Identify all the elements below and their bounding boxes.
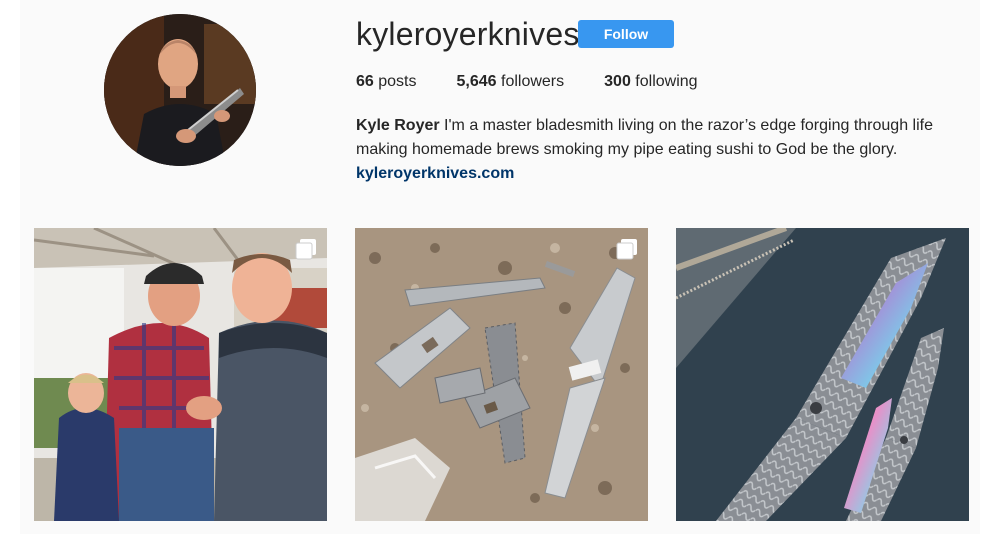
posts-stat: 66 posts: [356, 73, 417, 91]
following-label: following: [635, 73, 698, 90]
profile-bio: Kyle Royer I'm a master bladesmith livin…: [356, 114, 966, 186]
posts-count: 66: [356, 73, 374, 90]
avatar[interactable]: [104, 14, 256, 166]
posts-label: posts: [378, 73, 417, 90]
bio-text: I'm a master bladesmith living on the ra…: [356, 117, 933, 158]
follow-button[interactable]: Follow: [578, 20, 674, 48]
post-1-image: [34, 228, 327, 521]
profile-username: kyleroyerknives: [356, 16, 580, 52]
bio-full-name: Kyle Royer: [356, 117, 440, 134]
post-2-image: [355, 228, 648, 521]
followers-stat[interactable]: 5,646 followers: [457, 73, 565, 91]
avatar-photo: [104, 14, 256, 166]
bio-website-link[interactable]: kyleroyerknives.com: [356, 162, 966, 186]
post-thumbnail-1[interactable]: [34, 228, 327, 521]
following-stat[interactable]: 300 following: [604, 73, 697, 91]
followers-label: followers: [501, 73, 565, 90]
posts-grid: [34, 228, 969, 521]
profile-stats: 66 posts 5,646 followers 300 following: [356, 73, 738, 91]
post-thumbnail-2[interactable]: [355, 228, 648, 521]
followers-count: 5,646: [456, 73, 497, 90]
post-3-image: [676, 228, 969, 521]
multiple-photos-icon: [616, 239, 637, 260]
following-count: 300: [604, 73, 631, 90]
multiple-photos-icon: [295, 239, 316, 260]
post-thumbnail-3[interactable]: [676, 228, 969, 521]
